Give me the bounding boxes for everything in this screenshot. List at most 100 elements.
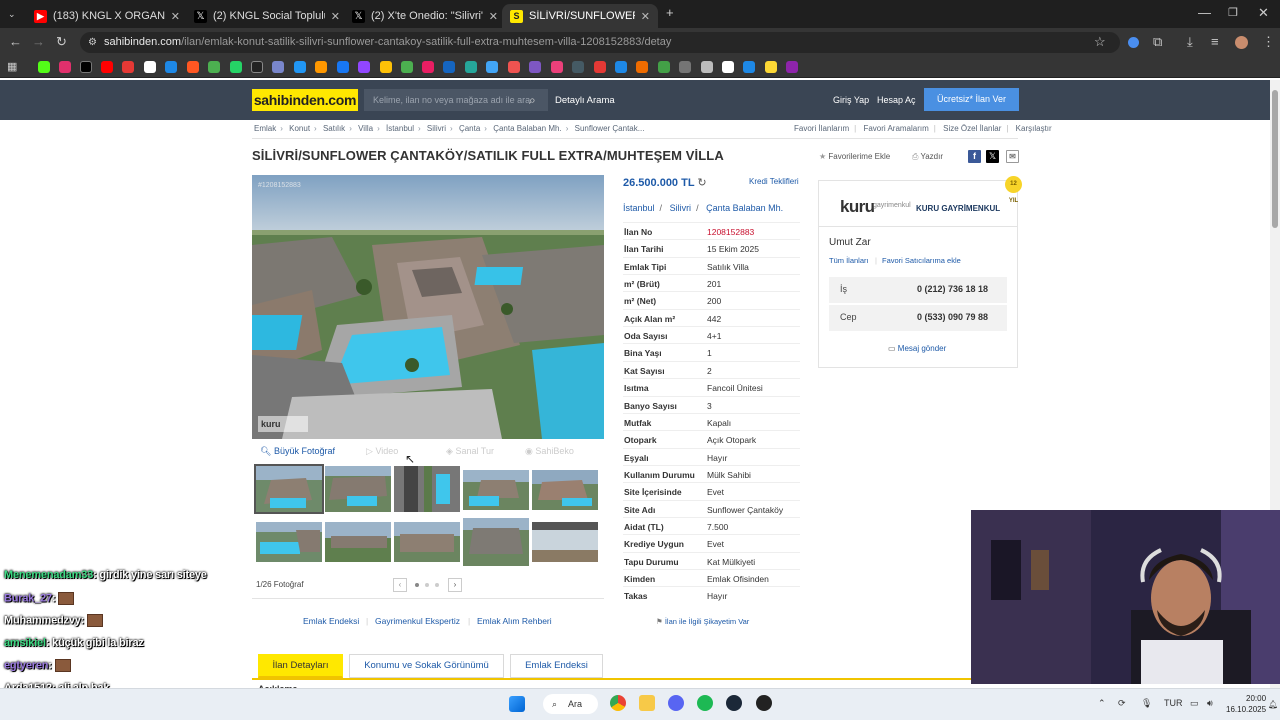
- report-listing-link[interactable]: ⚑ İlan ile İlgili Şikayetim Var: [656, 617, 749, 626]
- apps-grid-icon[interactable]: ▦: [7, 60, 17, 74]
- all-ads-link[interactable]: Tüm İlanları: [829, 256, 869, 265]
- bookmark-icon[interactable]: [529, 61, 541, 73]
- close-icon[interactable]: ✕: [171, 10, 180, 23]
- work-phone[interactable]: İş 0 (212) 736 18 18: [829, 277, 1007, 303]
- photo-thumbnail[interactable]: [532, 522, 598, 562]
- menu-icon[interactable]: ⋮: [1262, 35, 1275, 49]
- close-icon[interactable]: ✕: [641, 10, 650, 23]
- forward-icon[interactable]: →: [32, 35, 45, 49]
- address-bar[interactable]: sahibinden.com/ilan/emlak-konut-satilik-…: [80, 32, 1120, 53]
- youtube-bookmark-icon[interactable]: [101, 61, 113, 73]
- new-tab-icon[interactable]: +: [666, 6, 674, 20]
- prev-photo-button[interactable]: ‹: [393, 578, 407, 592]
- register-link[interactable]: Hesap Aç: [877, 95, 916, 105]
- advanced-search-link[interactable]: Detaylı Arama: [555, 95, 615, 106]
- kick-bookmark-icon[interactable]: [38, 61, 50, 73]
- tab-listing-details[interactable]: İlan Detayları: [258, 654, 343, 678]
- minimize-icon[interactable]: —: [1198, 6, 1211, 20]
- location-city[interactable]: İstanbul: [623, 203, 655, 213]
- photo-thumbnail[interactable]: [325, 522, 391, 562]
- extensions-icon[interactable]: ⧉: [1153, 35, 1162, 49]
- tray-chevron-icon[interactable]: ⌃: [1098, 698, 1106, 709]
- photo-thumbnail[interactable]: [394, 522, 460, 562]
- discord-taskbar-icon[interactable]: [668, 695, 684, 711]
- favorite-searches-link[interactable]: Favori Aramalarım: [863, 124, 928, 133]
- bookmark-icon[interactable]: [443, 61, 455, 73]
- bookmark-icon[interactable]: [594, 61, 606, 73]
- bookmark-icon[interactable]: [251, 61, 263, 73]
- tab-emlak-index[interactable]: Emlak Endeksi: [510, 654, 603, 678]
- close-icon[interactable]: ✕: [489, 10, 498, 23]
- add-favorite-link[interactable]: ★ Favorilerime Ekle: [819, 152, 890, 161]
- mobile-phone[interactable]: Cep 0 (533) 090 79 88: [829, 305, 1007, 331]
- bookmark-icon[interactable]: [658, 61, 670, 73]
- price-history-icon[interactable]: ↻: [697, 177, 706, 189]
- photo-thumbnail[interactable]: [532, 470, 598, 510]
- bookmark-icon[interactable]: [743, 61, 755, 73]
- chrome-taskbar-icon[interactable]: [610, 695, 626, 711]
- whatsapp-bookmark-icon[interactable]: [230, 61, 242, 73]
- bookmark-icon[interactable]: [465, 61, 477, 73]
- bookmark-star-icon[interactable]: ☆: [1094, 35, 1106, 49]
- spotify-taskbar-icon[interactable]: [697, 695, 713, 711]
- print-link[interactable]: ⎙ Yazdır: [912, 152, 943, 162]
- photo-thumbnail[interactable]: [463, 470, 529, 510]
- favorite-listings-link[interactable]: Favori İlanlarım: [794, 124, 849, 133]
- search-icon[interactable]: ⌕: [529, 93, 536, 108]
- download-icon[interactable]: ⤓: [1187, 35, 1193, 49]
- google-bookmark-icon[interactable]: [144, 61, 156, 73]
- bookmark-icon[interactable]: [615, 61, 627, 73]
- page-dot[interactable]: [415, 583, 419, 587]
- breadcrumb-item[interactable]: Çanta Balaban Mh.: [493, 124, 562, 133]
- bookmark-icon[interactable]: [636, 61, 648, 73]
- bookmark-icon[interactable]: [551, 61, 563, 73]
- facebook-bookmark-icon[interactable]: [337, 61, 349, 73]
- breadcrumb-item[interactable]: Çanta: [459, 124, 480, 133]
- notification-icon[interactable]: 🔔︎: [1268, 700, 1278, 709]
- special-listings-link[interactable]: Size Özel İlanlar: [943, 124, 1001, 133]
- bookmark-icon[interactable]: [401, 61, 413, 73]
- volume-icon[interactable]: 🔊︎: [1207, 698, 1213, 709]
- bookmark-icon[interactable]: [422, 61, 434, 73]
- instagram-bookmark-icon[interactable]: [59, 61, 71, 73]
- bookmark-icon[interactable]: [165, 61, 177, 73]
- page-dot[interactable]: [425, 583, 429, 587]
- language-indicator[interactable]: TUR: [1164, 698, 1183, 708]
- extension-icon[interactable]: [1128, 37, 1139, 48]
- tab-x-social[interactable]: 𝕏 (2) KNGL Social Topluluk / X ✕: [186, 4, 348, 28]
- tab-search-icon[interactable]: ⌄: [8, 7, 16, 21]
- breadcrumb-item[interactable]: Satılık: [323, 124, 345, 133]
- bookmark-icon[interactable]: [786, 61, 798, 73]
- bookmark-icon[interactable]: [722, 61, 734, 73]
- post-ad-button[interactable]: Ücretsiz* İlan Ver: [924, 88, 1019, 111]
- breadcrumb-item[interactable]: Silivri: [427, 124, 446, 133]
- breadcrumb-item[interactable]: Emlak: [254, 124, 276, 133]
- photo-thumbnail[interactable]: [254, 464, 324, 514]
- app-taskbar-icon[interactable]: [756, 695, 772, 711]
- emlak-index-link[interactable]: Emlak Endeksi: [303, 616, 359, 626]
- bookmark-icon[interactable]: [765, 61, 777, 73]
- bookmark-icon[interactable]: [508, 61, 520, 73]
- bookmark-icon[interactable]: [272, 61, 284, 73]
- main-photo[interactable]: [252, 175, 604, 439]
- close-icon[interactable]: ✕: [331, 10, 340, 23]
- tray-app-icon[interactable]: ⟳: [1118, 698, 1126, 709]
- reddit-bookmark-icon[interactable]: [187, 61, 199, 73]
- scrollbar-thumb[interactable]: [1272, 90, 1278, 228]
- tab-sahibinden[interactable]: S SİLİVRİ/SUNFLOWER ÇANTAKÖ ✕: [502, 4, 658, 28]
- bookmark-icon[interactable]: [315, 61, 327, 73]
- tab-youtube[interactable]: ▶ (183) KNGL X ORGANİZE - KATI ✕: [26, 4, 188, 28]
- bookmark-icon[interactable]: [294, 61, 306, 73]
- reading-list-icon[interactable]: ≡: [1211, 35, 1219, 49]
- photo-thumbnail[interactable]: [394, 466, 460, 512]
- bookmark-icon[interactable]: [486, 61, 498, 73]
- window-close-icon[interactable]: ✕: [1258, 6, 1269, 20]
- monitor-icon[interactable]: ▭: [1190, 698, 1199, 709]
- bookmark-icon[interactable]: [122, 61, 134, 73]
- bookmark-icon[interactable]: [208, 61, 220, 73]
- bookmark-icon[interactable]: [679, 61, 691, 73]
- buying-guide-link[interactable]: Emlak Alım Rehberi: [477, 616, 552, 626]
- page-dot[interactable]: [435, 583, 439, 587]
- back-icon[interactable]: ←: [9, 35, 22, 49]
- photo-thumbnail[interactable]: [325, 466, 391, 512]
